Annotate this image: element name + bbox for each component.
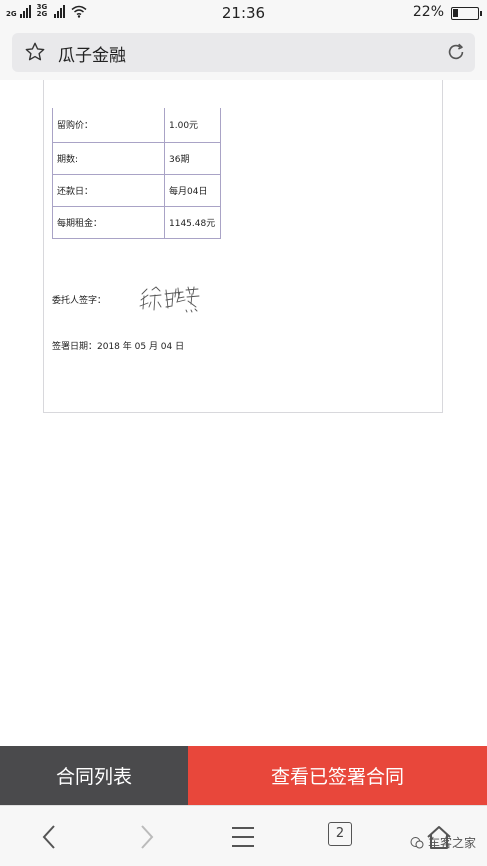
menu-icon[interactable]: [228, 822, 258, 852]
table-row: 期数: 36期: [52, 141, 221, 175]
action-bar: 合同列表 查看已签署合同: [0, 746, 487, 805]
wechat-icon: [410, 836, 424, 848]
table-cell-value: 36期: [164, 141, 221, 175]
sign-date: 签署日期：2018 年 05 月 04 日: [52, 342, 185, 352]
status-bar: 2G 3G 2G 21:36 22%: [0, 0, 487, 26]
tab-count-button[interactable]: 2: [328, 822, 352, 846]
view-signed-contract-button[interactable]: 查看已签署合同: [188, 746, 487, 805]
browser-header: 瓜子金融: [0, 26, 487, 80]
table-cell-value: 每月04日: [164, 173, 221, 207]
contract-info-table: 留购价： 1.00元 期数: 36期 还款日： 每月04日 每期租金： 1145…: [52, 108, 221, 239]
watermark-text: 车客之家: [428, 836, 477, 850]
table-cell-label: 还款日：: [52, 173, 165, 207]
watermark: 车客之家: [410, 834, 476, 851]
battery-percent: 22%: [412, 4, 444, 20]
star-icon[interactable]: [24, 41, 46, 63]
table-row: 还款日： 每月04日: [52, 173, 221, 207]
forward-icon[interactable]: [131, 822, 161, 852]
table-row: 留购价： 1.00元: [52, 108, 221, 143]
table-cell-value: 1145.48元: [164, 205, 221, 239]
address-bar[interactable]: 瓜子金融: [12, 33, 475, 72]
page-title: 瓜子金融: [58, 46, 126, 66]
table-cell-label: 每期租金：: [52, 205, 165, 239]
refresh-icon[interactable]: [445, 41, 467, 63]
table-row: 每期租金： 1145.48元: [52, 205, 221, 239]
signer-label: 委托人签字：: [52, 296, 107, 306]
contract-list-button[interactable]: 合同列表: [0, 746, 188, 805]
handwritten-signature: [139, 286, 200, 313]
battery-fill: [453, 9, 458, 17]
battery-icon: [451, 7, 482, 20]
back-icon[interactable]: [35, 822, 65, 852]
table-cell-label: 期数:: [52, 141, 165, 175]
table-cell-label: 留购价：: [52, 108, 165, 143]
table-cell-value: 1.00元: [164, 108, 221, 143]
